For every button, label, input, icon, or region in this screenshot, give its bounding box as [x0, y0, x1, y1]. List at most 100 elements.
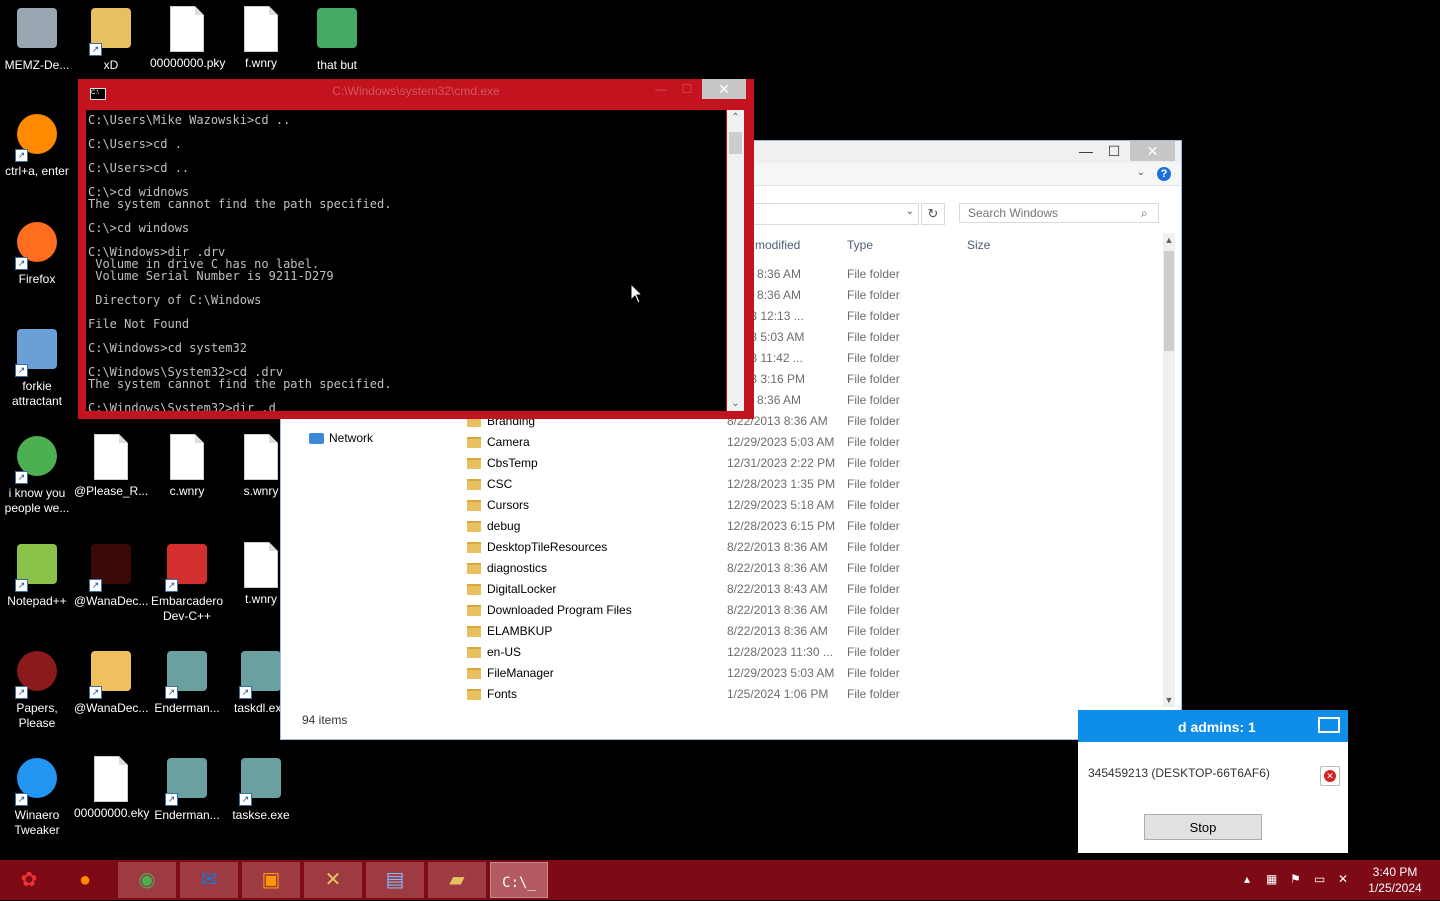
desktop-icon[interactable]: ↗ Firefox [0, 218, 74, 287]
winaero-icon: ↗ [13, 758, 61, 806]
table-row[interactable]: Camera 12/29/2023 5:03 AM File folder [281, 432, 981, 453]
explorer-close-button[interactable]: ✕ [1130, 141, 1175, 161]
installer-icon[interactable]: ▣ [242, 862, 300, 898]
table-row[interactable]: Cursors 12/29/2023 5:18 AM File folder [281, 495, 981, 516]
refresh-button[interactable]: ↻ [921, 203, 945, 225]
folder-icon [467, 542, 481, 553]
column-header-modified[interactable]: modified [755, 238, 800, 252]
desktop-icon[interactable]: ↗ Winaero Tweaker [0, 754, 74, 838]
desktop-icon[interactable]: ↗ @WanaDec... [74, 647, 148, 716]
desktop-icon[interactable]: ↗ Papers, Please [0, 647, 74, 731]
cmd-minimize-button[interactable]: — [648, 79, 674, 99]
system-clock[interactable]: 3:40 PM 1/25/2024 [1360, 864, 1430, 896]
row-type: File folder [847, 645, 900, 659]
table-row[interactable]: CSC 12/28/2023 1:35 PM File folder [281, 474, 981, 495]
desktop-icon[interactable]: 00000000.pky [150, 4, 225, 71]
table-row[interactable]: FileManager 12/29/2023 5:03 AM File folder [281, 663, 981, 684]
stop-button[interactable]: Stop [1144, 814, 1262, 840]
table-row[interactable]: debug 12/28/2023 6:15 PM File folder [281, 516, 981, 537]
xd-app-icon[interactable]: ✕ [304, 862, 362, 898]
show-hidden-icons-icon[interactable]: ▴ [1244, 872, 1250, 886]
shortcut-arrow-icon: ↗ [165, 686, 178, 699]
desktop-icon[interactable]: ↗ ctrl+a, enter [0, 110, 74, 179]
desktop-icon[interactable]: ↗ Notepad++ [0, 540, 74, 609]
shortcut-arrow-icon: ↗ [15, 149, 28, 162]
desktop-icon[interactable]: ↗ Embarcadero Dev-C++ [150, 540, 224, 624]
desktop-icon[interactable]: ↗ Enderman... [150, 647, 224, 716]
remote-desktop-icon[interactable]: ▤ [366, 862, 424, 898]
table-row[interactable]: CbsTemp 12/31/2023 2:22 PM File folder [281, 453, 981, 474]
cmd-icon[interactable]: C:\ [90, 88, 106, 100]
desktop-icon[interactable]: f.wnry [224, 4, 298, 71]
desktop-icon[interactable]: ↗ i know you people we... [0, 432, 74, 516]
chevron-down-icon[interactable]: ⌄ [1137, 167, 1145, 178]
cmd-window[interactable]: C:\ C:\Windows\system32\cmd.exe — ☐ ✕ C:… [78, 79, 754, 419]
desktop-icon-label: Winaero Tweaker [14, 808, 60, 837]
desktop-icon[interactable]: ↗ taskse.exe [224, 754, 298, 823]
row-name: DigitalLocker [487, 582, 557, 596]
file-icon [237, 542, 285, 590]
desktop-icon-label: Notepad++ [7, 594, 67, 608]
chevron-down-icon[interactable]: ⌄ [906, 206, 914, 217]
shortcut-arrow-icon: ↗ [15, 793, 28, 806]
scroll-up-icon[interactable]: ⌃ [727, 112, 744, 123]
explorer-maximize-button[interactable]: ☐ [1099, 141, 1129, 161]
notepadpp-icon: ↗ [13, 544, 61, 592]
scroll-down-icon[interactable]: ⌄ [727, 398, 744, 409]
desktop-icon[interactable]: ↗ Enderman... [150, 754, 224, 823]
table-row[interactable]: DigitalLocker 8/22/2013 8:43 AM File folde… [281, 579, 981, 600]
scroll-up-icon[interactable]: ▲ [1163, 235, 1175, 245]
scrollbar-thumb[interactable] [729, 132, 742, 154]
table-row[interactable]: Downloaded Program Files 8/22/2013 8:36 A… [281, 600, 981, 621]
cmd-close-button[interactable]: ✕ [702, 79, 746, 99]
session-id: 345459213 (DESKTOP-66T6AF6) [1088, 766, 1270, 780]
table-row[interactable]: Fonts 1/25/2024 1:06 PM File folder [281, 684, 981, 705]
folder-icon [467, 458, 481, 469]
desktop-icon[interactable]: MEMZ-De... [0, 4, 74, 73]
scroll-down-icon[interactable]: ▼ [1163, 695, 1175, 705]
table-row[interactable]: ELAMBKUP 8/22/2013 8:36 AM File folder [281, 621, 981, 642]
column-header-type[interactable]: Type [847, 238, 873, 252]
row-date-modified: 12/28/2023 11:30 ... [727, 645, 833, 659]
desktop-icon[interactable]: 00000000.eky [74, 754, 149, 821]
firefox-icon[interactable]: ● [56, 862, 114, 898]
table-row[interactable]: diagnostics 8/22/2013 8:36 AM File folder [281, 558, 981, 579]
desktop-icon[interactable]: that but [300, 4, 374, 73]
row-type: File folder [847, 519, 900, 533]
teamviewer-tray-icon[interactable]: ▦ [1266, 872, 1277, 886]
shortcut-arrow-icon: ↗ [165, 579, 178, 592]
cmd-maximize-button[interactable]: ☐ [674, 79, 700, 99]
address-bar[interactable]: ⌄ [751, 203, 919, 225]
table-row[interactable]: en-US 12/28/2023 11:30 ... File folder [281, 642, 981, 663]
explorer-minimize-button[interactable]: — [1071, 141, 1101, 161]
cmd-title-bar[interactable]: C:\ C:\Windows\system32\cmd.exe — ☐ ✕ [78, 79, 754, 102]
cmd-scrollbar[interactable]: ⌃ ⌄ [727, 110, 744, 411]
file-list-scrollbar[interactable]: ▲ ▼ [1163, 233, 1175, 707]
desktop-icon-label: that but [316, 58, 358, 72]
help-icon[interactable]: ? [1157, 167, 1171, 181]
search-icon[interactable]: ⌕ [1141, 206, 1148, 221]
file-icon [237, 6, 285, 54]
outlook-icon[interactable]: ✉ [180, 862, 238, 898]
cmd-taskbar-icon[interactable]: C:\_ [490, 862, 548, 898]
search-input[interactable] [959, 203, 1159, 223]
cmd-console[interactable]: C:\Users\Mike Wazowski>cd .. C:\Users>cd… [86, 110, 726, 411]
screen-share-icon[interactable] [1318, 717, 1340, 733]
desktop-icon[interactable]: ↗ @WanaDec... [74, 540, 148, 609]
chrome-icon[interactable]: ◉ [118, 862, 176, 898]
desktop-icon[interactable]: c.wnry [150, 432, 224, 499]
table-row[interactable]: DesktopTileResources 8/22/2013 8:36 AM Fil… [281, 537, 981, 558]
file-explorer-icon[interactable]: ▰ [428, 862, 486, 898]
folder-icon [467, 521, 481, 532]
nav-item-network[interactable]: Network [329, 431, 373, 445]
desktop-icon[interactable]: ↗ xD [74, 4, 148, 73]
desktop-icon[interactable]: ↗ forkie attractant [0, 325, 74, 409]
desktop-icon[interactable]: @Please_R... [74, 432, 148, 499]
start-icon[interactable]: ✿ [0, 862, 58, 898]
end-session-button[interactable]: ✕ [1320, 766, 1340, 786]
column-header-size[interactable]: Size [967, 238, 990, 252]
volume-muted-icon[interactable]: ✕ [1338, 872, 1348, 886]
network-tray-icon[interactable]: ▭ [1314, 872, 1325, 886]
scrollbar-thumb[interactable] [1164, 251, 1174, 351]
flag-icon[interactable]: ⚑ [1290, 872, 1301, 886]
